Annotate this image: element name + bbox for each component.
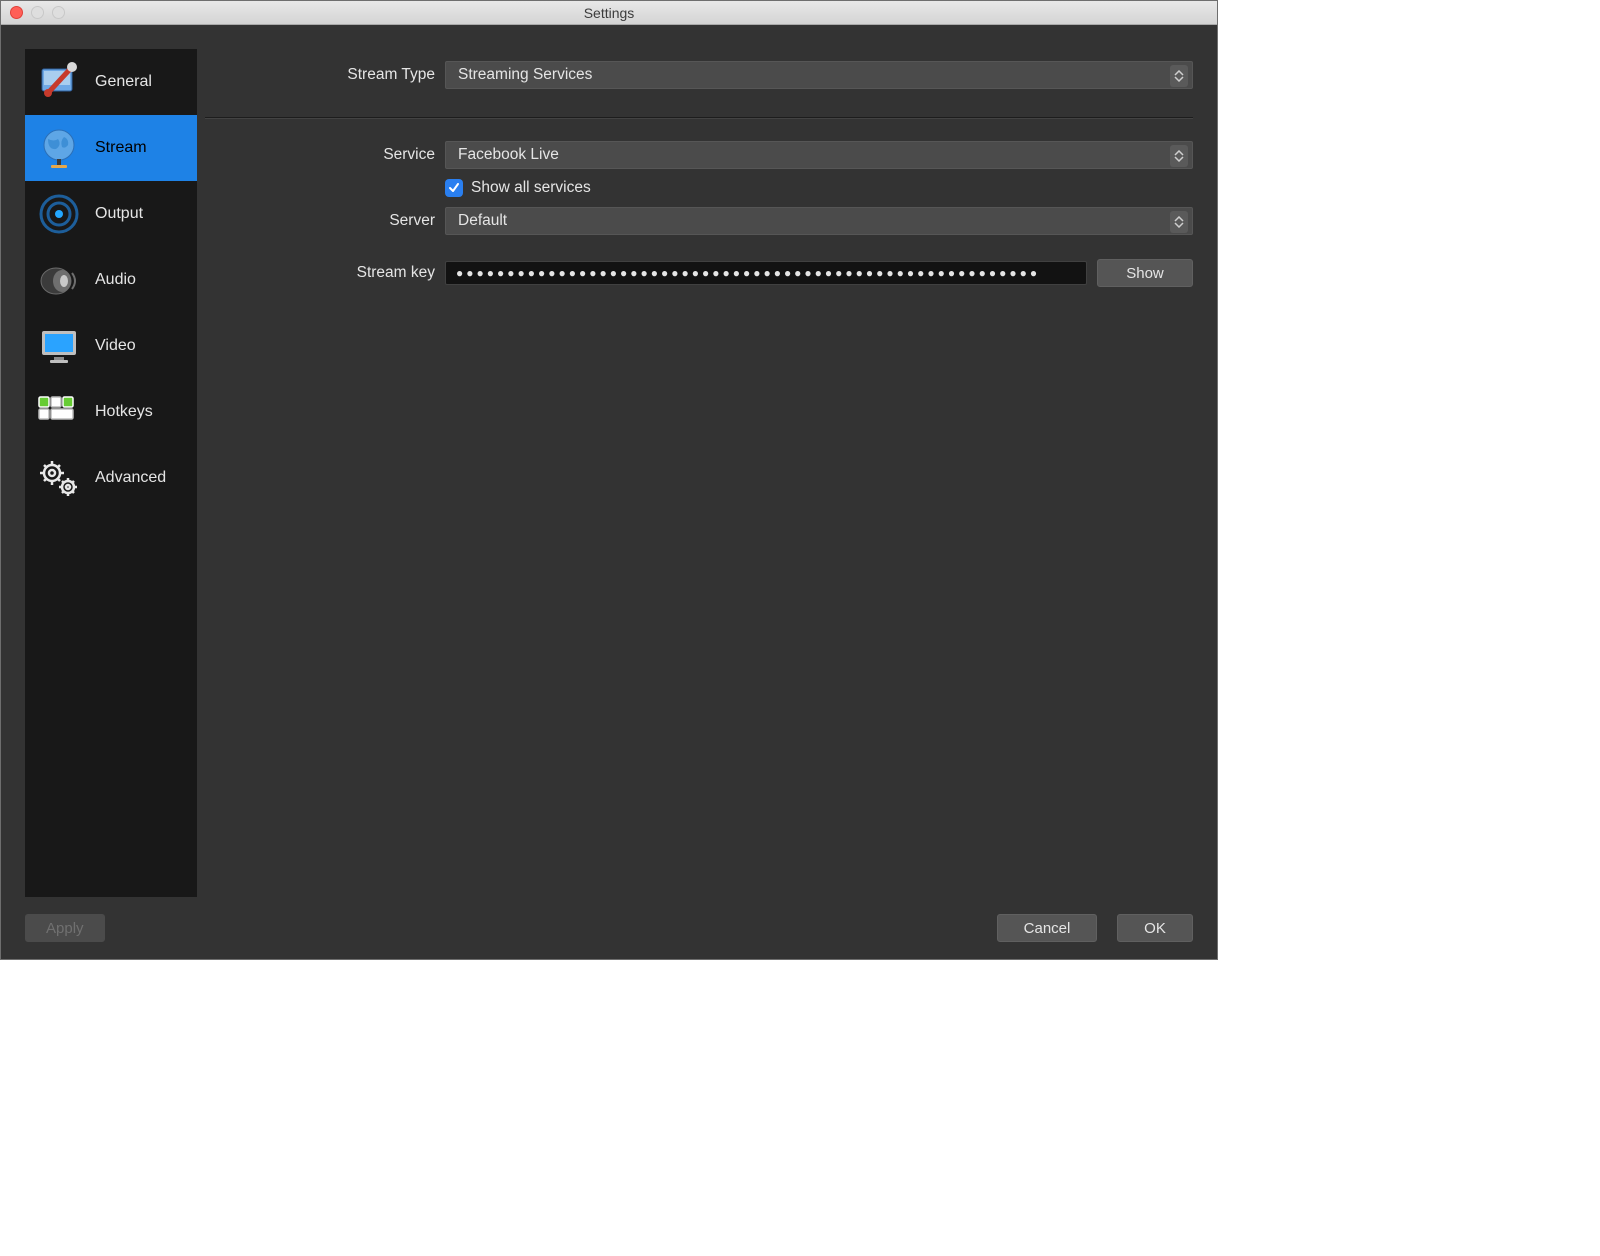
server-label: Server [205, 212, 435, 230]
stream-key-input[interactable]: ●●●●●●●●●●●●●●●●●●●●●●●●●●●●●●●●●●●●●●●●… [445, 261, 1087, 285]
stream-settings-panel: Stream Type Streaming Services Serv [205, 49, 1193, 897]
sidebar-item-video[interactable]: Video [25, 313, 197, 379]
dialog-footer: Apply Cancel OK [25, 897, 1193, 945]
sidebar-item-label: General [95, 73, 152, 91]
sidebar-item-audio[interactable]: Audio [25, 247, 197, 313]
close-window-button[interactable] [10, 6, 23, 19]
show-stream-key-button[interactable]: Show [1097, 259, 1193, 287]
sidebar-item-general[interactable]: General [25, 49, 197, 115]
service-value: Facebook Live [458, 146, 559, 164]
updown-stepper-icon [1170, 65, 1188, 87]
sidebar-item-label: Stream [95, 139, 147, 157]
cancel-button[interactable]: Cancel [997, 914, 1097, 942]
zoom-window-button[interactable] [52, 6, 65, 19]
sidebar-item-label: Audio [95, 271, 136, 289]
sidebar-item-output[interactable]: Output [25, 181, 197, 247]
sidebar-item-hotkeys[interactable]: Hotkeys [25, 379, 197, 445]
keyboard-icon [33, 387, 85, 437]
stream-type-label: Stream Type [205, 66, 435, 84]
gears-icon [33, 453, 85, 503]
stream-type-value: Streaming Services [458, 66, 592, 84]
stream-key-value: ●●●●●●●●●●●●●●●●●●●●●●●●●●●●●●●●●●●●●●●●… [456, 266, 1040, 280]
stream-key-label: Stream key [205, 264, 435, 282]
sidebar-item-label: Hotkeys [95, 403, 153, 421]
settings-window: Settings General [0, 0, 1218, 960]
stream-type-dropdown[interactable]: Streaming Services [445, 61, 1193, 89]
speaker-icon [33, 255, 85, 305]
checkbox-checked-icon [445, 179, 463, 197]
sidebar-item-label: Output [95, 205, 143, 223]
window-title: Settings [1, 5, 1217, 21]
apply-button[interactable]: Apply [25, 914, 105, 942]
window-controls [10, 6, 65, 19]
sidebar-item-label: Advanced [95, 469, 166, 487]
divider [205, 117, 1193, 119]
sidebar-item-advanced[interactable]: Advanced [25, 445, 197, 511]
updown-stepper-icon [1170, 145, 1188, 167]
globe-icon [33, 123, 85, 173]
broadcast-icon [33, 189, 85, 239]
sidebar-item-stream[interactable]: Stream [25, 115, 197, 181]
updown-stepper-icon [1170, 211, 1188, 233]
server-value: Default [458, 212, 507, 230]
minimize-window-button[interactable] [31, 6, 44, 19]
titlebar: Settings [1, 1, 1217, 25]
show-all-services-label: Show all services [471, 179, 591, 197]
monitor-icon [33, 321, 85, 371]
service-dropdown[interactable]: Facebook Live [445, 141, 1193, 169]
ok-button[interactable]: OK [1117, 914, 1193, 942]
sidebar-item-label: Video [95, 337, 136, 355]
server-dropdown[interactable]: Default [445, 207, 1193, 235]
wrench-icon [33, 57, 85, 107]
service-label: Service [205, 146, 435, 164]
show-all-services-checkbox[interactable]: Show all services [445, 179, 591, 197]
settings-sidebar: General Stream [25, 49, 197, 897]
